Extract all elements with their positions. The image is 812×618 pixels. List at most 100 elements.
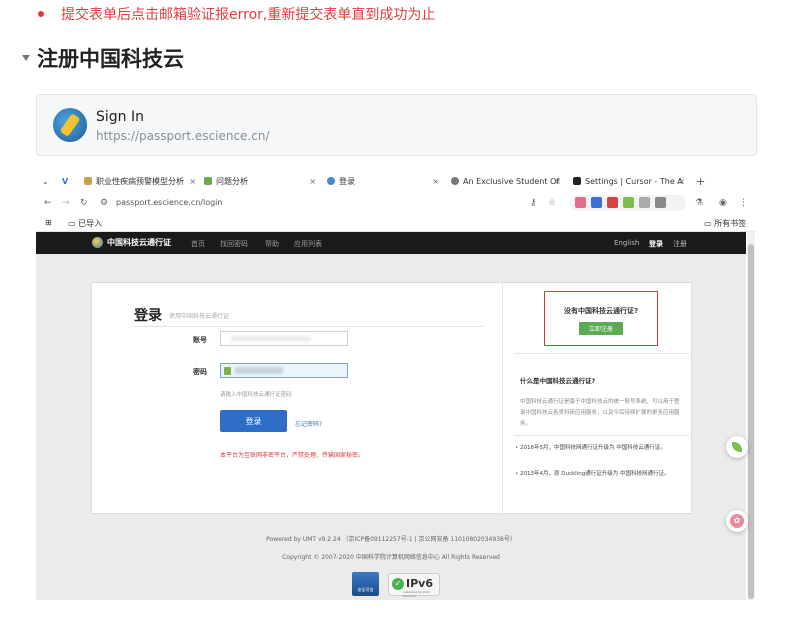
register-highlight-box: 没有中国科技云通行证? 立即注册 — [544, 291, 658, 346]
profile-icon[interactable]: ◉ — [719, 198, 727, 208]
bookmark-url: https://passport.escience.cn/ — [96, 129, 270, 143]
bullet-text: 提交表单后点击邮箱验证报error,重新提交表单直到成功为止 — [61, 7, 436, 23]
nav-find-password[interactable]: 找回密码 — [220, 239, 248, 249]
tab-label: Settings | Cursor - The A — [585, 176, 683, 186]
extension-icon[interactable] — [607, 197, 618, 208]
key-icon[interactable]: ⚷ — [530, 198, 537, 208]
bookmarks-bar: ⊞ ▭ 已导入 ▭ 所有书签 — [36, 214, 755, 232]
bookmark-card[interactable]: Sign In https://passport.escience.cn/ — [36, 94, 757, 156]
back-icon[interactable]: ← — [44, 198, 52, 208]
tab-close-icon[interactable]: × — [309, 177, 316, 186]
star-icon[interactable]: ☆ — [548, 198, 556, 208]
vue-icon[interactable]: V — [62, 177, 68, 186]
tab-favicon-icon — [84, 177, 92, 185]
trust-badge[interactable]: 安全可信 — [352, 572, 379, 596]
bookmark-folder-imported[interactable]: ▭ 已导入 — [68, 218, 102, 229]
nav-app-list[interactable]: 应用列表 — [294, 239, 322, 249]
tab-globe-icon — [451, 177, 459, 185]
nav-register[interactable]: 注册 — [673, 239, 687, 249]
tab-close-icon[interactable]: × — [189, 177, 196, 186]
tab-favicon-icon — [327, 177, 335, 185]
ipv6-label: IPv6 — [406, 577, 433, 590]
address-bar-row: ← → ↻ ⚙ passport.escience.cn/login ⚷ ☆ ⚗… — [36, 192, 755, 214]
tab-1[interactable]: 职业性疾病预警模型分析 × — [84, 170, 196, 192]
floating-flower-button[interactable]: ✿ — [726, 510, 748, 532]
tab-close-icon[interactable]: × — [554, 177, 561, 186]
account-label: 账号 — [193, 336, 207, 344]
embedded-screenshot: ⌄ V 职业性疾病预警模型分析 × 问题分析 × 登录 × An Exclusi… — [36, 170, 755, 600]
tab-close-icon[interactable]: × — [432, 177, 439, 186]
bullet-item: 提交表单后点击邮箱验证报error,重新提交表单直到成功为止 — [38, 4, 435, 24]
site-logo[interactable]: 中国科技云通行证 — [92, 237, 171, 248]
toggle-heading-text: 注册中国科技云 — [37, 47, 184, 71]
tab-favicon-icon — [204, 177, 212, 185]
tab-label: 问题分析 — [216, 176, 248, 186]
password-manager-icon[interactable] — [224, 367, 231, 375]
site-settings-icon[interactable]: ⚙ — [100, 198, 108, 208]
reload-icon[interactable]: ↻ — [80, 198, 88, 208]
globe-logo-icon — [92, 237, 103, 248]
security-warning: 本平台为互联网非密平台，严禁处理、传输国家秘密。 — [220, 452, 365, 459]
tab-list-chevron-icon[interactable]: ⌄ — [42, 177, 49, 186]
page-scrollbar[interactable] — [747, 232, 755, 600]
check-icon: ✓ — [392, 578, 404, 590]
extension-icon[interactable] — [591, 197, 602, 208]
footer-copyright: Copyright © 2007-2020 中国科学院计算机网络信息中心 All… — [282, 554, 500, 561]
extension-icon[interactable] — [623, 197, 634, 208]
news-item: 2013年4月，原 Duckling通行证升级为 中国科技网通行证。 — [515, 469, 690, 480]
tab-4[interactable]: An Exclusive Student Of × — [451, 170, 561, 192]
password-label: 密码 — [193, 368, 207, 376]
tab-label: An Exclusive Student Of — [463, 176, 560, 186]
nav-home[interactable]: 首页 — [191, 239, 205, 249]
login-card: 登录 使用中国科技云通行证 账号 密码 请输入中国科技云通行证密码 登录 忘记密… — [91, 282, 692, 515]
divider — [134, 326, 484, 327]
login-button[interactable]: 登录 — [220, 410, 287, 432]
trust-badge-label: 安全可信 — [357, 587, 374, 592]
url-field[interactable]: passport.escience.cn/login — [116, 198, 222, 207]
tab-label: 职业性疾病预警模型分析 — [96, 176, 184, 186]
tab-close-icon[interactable]: × — [678, 177, 685, 186]
tab-2[interactable]: 问题分析 × — [204, 170, 316, 192]
tab-favicon-icon — [573, 177, 581, 185]
what-is-description: 中国科技云通行证是基于中国科技云的统一账号系统，可以用于登录中国科技云各类科研应… — [520, 399, 680, 427]
nav-login[interactable]: 登录 — [649, 239, 663, 249]
bullet-dot — [38, 11, 44, 17]
flower-icon: ✿ — [730, 514, 744, 528]
account-input[interactable] — [220, 331, 348, 346]
news-item: 2016年5月，中国科技网通行证升级为 中国科技云通行证。 — [515, 443, 690, 454]
site-logo-text: 中国科技云通行证 — [107, 238, 171, 247]
divider — [514, 353, 689, 354]
folder-label: 已导入 — [78, 219, 103, 228]
password-value — [235, 367, 283, 374]
all-bookmarks-label: 所有书签 — [714, 219, 747, 228]
site-viewport: 中国科技云通行证 首页 找回密码 帮助 应用列表 English 登录 注册 登… — [36, 232, 746, 600]
forgot-password-link[interactable]: 忘记密码? — [295, 419, 322, 428]
tab-5[interactable]: Settings | Cursor - The A × — [573, 170, 685, 192]
register-button[interactable]: 立即注册 — [579, 322, 623, 335]
scrollbar-thumb[interactable] — [748, 244, 754, 599]
menu-icon[interactable]: ⋮ — [739, 198, 748, 208]
apps-grid-icon[interactable]: ⊞ — [45, 218, 52, 227]
ipv6-badge[interactable]: ✓ IPv6 validated by ipv6-test.com — [388, 573, 440, 598]
ipv6-sub: validated by ipv6-test.com — [403, 590, 431, 598]
toggle-heading[interactable]: 注册中国科技云 — [22, 43, 184, 73]
page-root: 提交表单后点击邮箱验证报error,重新提交表单直到成功为止 注册中国科技云 S… — [0, 0, 812, 618]
password-hint: 请输入中国科技云通行证密码 — [220, 392, 292, 398]
toggle-arrow-icon[interactable] — [22, 55, 30, 61]
tab-3-active[interactable]: 登录 × — [327, 170, 439, 192]
new-tab-button[interactable]: + — [696, 175, 705, 188]
extension-icon[interactable] — [639, 197, 650, 208]
nav-english[interactable]: English — [614, 239, 639, 247]
nav-help[interactable]: 帮助 — [265, 239, 279, 249]
forward-icon[interactable]: → — [62, 198, 70, 208]
lab-icon[interactable]: ⚗ — [695, 198, 703, 208]
floating-leaf-button[interactable] — [726, 436, 748, 458]
extensions-puzzle-icon[interactable] — [655, 197, 666, 208]
all-bookmarks[interactable]: ▭ 所有书签 — [704, 218, 746, 229]
what-is-title: 什么是中国科技云通行证? — [520, 377, 596, 385]
leaf-icon — [732, 442, 742, 452]
password-input[interactable] — [220, 363, 348, 378]
extension-icon[interactable] — [575, 197, 586, 208]
site-logo-icon — [53, 108, 87, 142]
divider — [514, 435, 689, 436]
